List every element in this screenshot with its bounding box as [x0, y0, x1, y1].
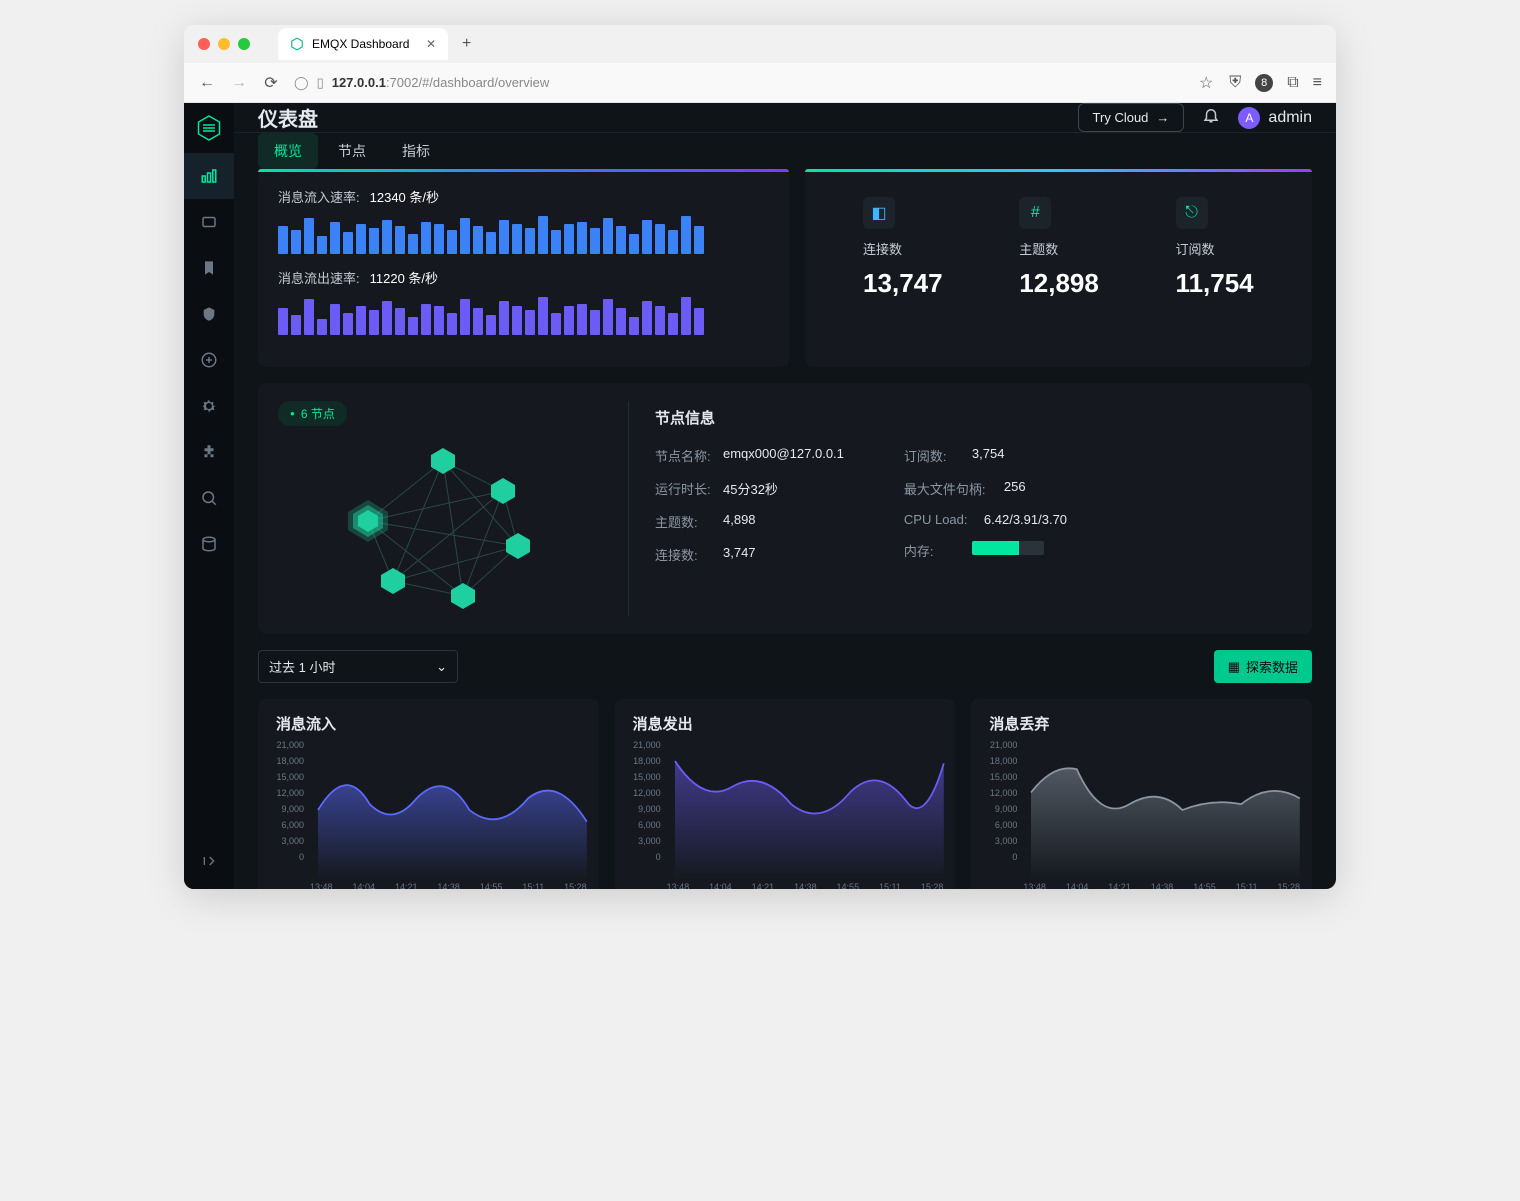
rates-card: 消息流入速率: 12340 条/秒 消息流出速率: 11220 条/秒 [258, 169, 789, 367]
sidebar-item-rules[interactable] [184, 337, 234, 383]
topics-icon: # [1019, 197, 1051, 229]
emqx-favicon-icon [290, 37, 304, 51]
node-uptime-value: 45分32秒 [723, 479, 778, 498]
sidebar-item-connections[interactable] [184, 199, 234, 245]
chart-out-title: 消息发出 [621, 713, 950, 734]
browser-tab[interactable]: EMQX Dashboard ✕ [278, 28, 448, 60]
explore-label: 探索数据 [1246, 657, 1298, 676]
tab-close-icon[interactable]: ✕ [426, 37, 436, 51]
subscriptions-icon: ⎋ [1176, 197, 1208, 229]
time-range-select[interactable]: 过去 1 小时 ⌄ [258, 650, 458, 683]
username: admin [1268, 109, 1312, 127]
sidebar-item-bookmark[interactable] [184, 245, 234, 291]
sidebar-item-extensions[interactable] [184, 429, 234, 475]
memory-bar [972, 541, 1044, 555]
sidebar-item-settings[interactable] [184, 383, 234, 429]
stats-card: ◧ 连接数 13,747 # 主题数 12,898 ⎋ 订阅数 11,7 [805, 169, 1312, 367]
url-path: :7002/#/dashboard/overview [386, 75, 549, 90]
node-topics-value: 4,898 [723, 512, 756, 531]
connections-value: 13,747 [863, 268, 943, 299]
avatar: A [1238, 107, 1260, 129]
address-bar[interactable]: ◯ ▯ 127.0.0.1:7002/#/dashboard/overview [294, 75, 1183, 91]
tab-overview[interactable]: 概览 [258, 133, 318, 169]
in-rate-label: 消息流入速率: [278, 187, 360, 206]
node-cpu-value: 6.42/3.91/3.70 [984, 512, 1067, 527]
extensions-icon[interactable]: ⧉ [1287, 74, 1298, 92]
explore-data-button[interactable]: ▦ 探索数据 [1214, 650, 1312, 683]
tab-metrics[interactable]: 指标 [386, 133, 446, 169]
in-rate-sparkline [278, 216, 769, 254]
url-host: 127.0.0.1 [332, 75, 386, 90]
chart-messages-drop: 消息丢弃 21,00018,00015,00012,0009,0006,0003… [971, 699, 1312, 889]
tab-title: EMQX Dashboard [312, 37, 409, 51]
sidebar-collapse[interactable] [184, 843, 234, 889]
node-conn-value: 3,747 [723, 545, 756, 564]
sidebar [184, 103, 234, 889]
topics-value: 12,898 [1019, 268, 1099, 299]
out-rate-label: 消息流出速率: [278, 268, 360, 287]
node-conn-label: 连接数: [655, 545, 713, 564]
try-cloud-label: Try Cloud [1093, 110, 1149, 125]
out-rate-sparkline [278, 297, 769, 335]
node-maxfd-value: 256 [1004, 479, 1026, 498]
shield-icon: ◯ [294, 75, 309, 91]
in-rate-value: 12340 条/秒 [370, 187, 439, 206]
node-card: 6 节点 [258, 383, 1312, 634]
account-badge[interactable]: 8 [1255, 74, 1273, 92]
user-menu[interactable]: A admin [1238, 107, 1312, 129]
new-tab-button[interactable]: + [456, 35, 477, 53]
subscriptions-value: 11,754 [1176, 268, 1254, 299]
star-icon[interactable]: ☆ [1197, 73, 1215, 93]
forward-icon[interactable]: → [230, 74, 248, 92]
sidebar-item-diagnose[interactable] [184, 475, 234, 521]
node-name-value: emqx000@127.0.0.1 [723, 446, 844, 465]
sidebar-item-dashboard[interactable] [184, 153, 234, 199]
arrow-right-icon: → [1156, 110, 1169, 125]
node-maxfd-label: 最大文件句柄: [904, 479, 994, 498]
node-subs-label: 订阅数: [904, 446, 962, 465]
out-rate-value: 11220 条/秒 [370, 268, 438, 287]
window-close-icon[interactable] [198, 38, 210, 50]
node-uptime-label: 运行时长: [655, 479, 713, 498]
try-cloud-button[interactable]: Try Cloud → [1078, 103, 1185, 132]
node-name-label: 节点名称: [655, 446, 713, 465]
sidebar-item-system[interactable] [184, 521, 234, 567]
chart-in-title: 消息流入 [264, 713, 593, 734]
window-minimize-icon[interactable] [218, 38, 230, 50]
node-count-badge: 6 节点 [278, 401, 347, 426]
window-maximize-icon[interactable] [238, 38, 250, 50]
back-icon[interactable]: ← [198, 74, 216, 92]
chevron-down-icon: ⌄ [436, 659, 447, 675]
chart-messages-in: 消息流入 21,00018,00015,00012,0009,0006,0003… [258, 699, 599, 889]
browser-tabbar: EMQX Dashboard ✕ + [184, 25, 1336, 63]
page-info-icon: ▯ [317, 75, 324, 91]
node-mem-label: 内存: [904, 541, 962, 560]
page-title: 仪表盘 [258, 103, 318, 132]
connections-icon: ◧ [863, 197, 895, 229]
logo-icon[interactable] [184, 103, 234, 153]
menu-icon[interactable]: ≡ [1313, 74, 1322, 92]
node-topics-label: 主题数: [655, 512, 713, 531]
notifications-icon[interactable] [1202, 106, 1220, 129]
sidebar-item-security[interactable] [184, 291, 234, 337]
explore-icon: ▦ [1228, 659, 1240, 675]
chart-messages-out: 消息发出 21,00018,00015,00012,0009,0006,0003… [615, 699, 956, 889]
pocket-icon[interactable]: ⛨ [1229, 74, 1241, 92]
node-subs-value: 3,754 [972, 446, 1005, 465]
node-topology[interactable] [328, 436, 558, 616]
subscriptions-label: 订阅数 [1176, 239, 1254, 258]
node-info-title: 节点信息 [655, 407, 1282, 428]
connections-label: 连接数 [863, 239, 943, 258]
topics-label: 主题数 [1019, 239, 1099, 258]
tab-nodes[interactable]: 节点 [322, 133, 382, 169]
chart-drop-title: 消息丢弃 [977, 713, 1306, 734]
node-cpu-label: CPU Load: [904, 512, 974, 527]
reload-icon[interactable]: ⟳ [262, 73, 280, 93]
time-range-value: 过去 1 小时 [269, 657, 335, 676]
